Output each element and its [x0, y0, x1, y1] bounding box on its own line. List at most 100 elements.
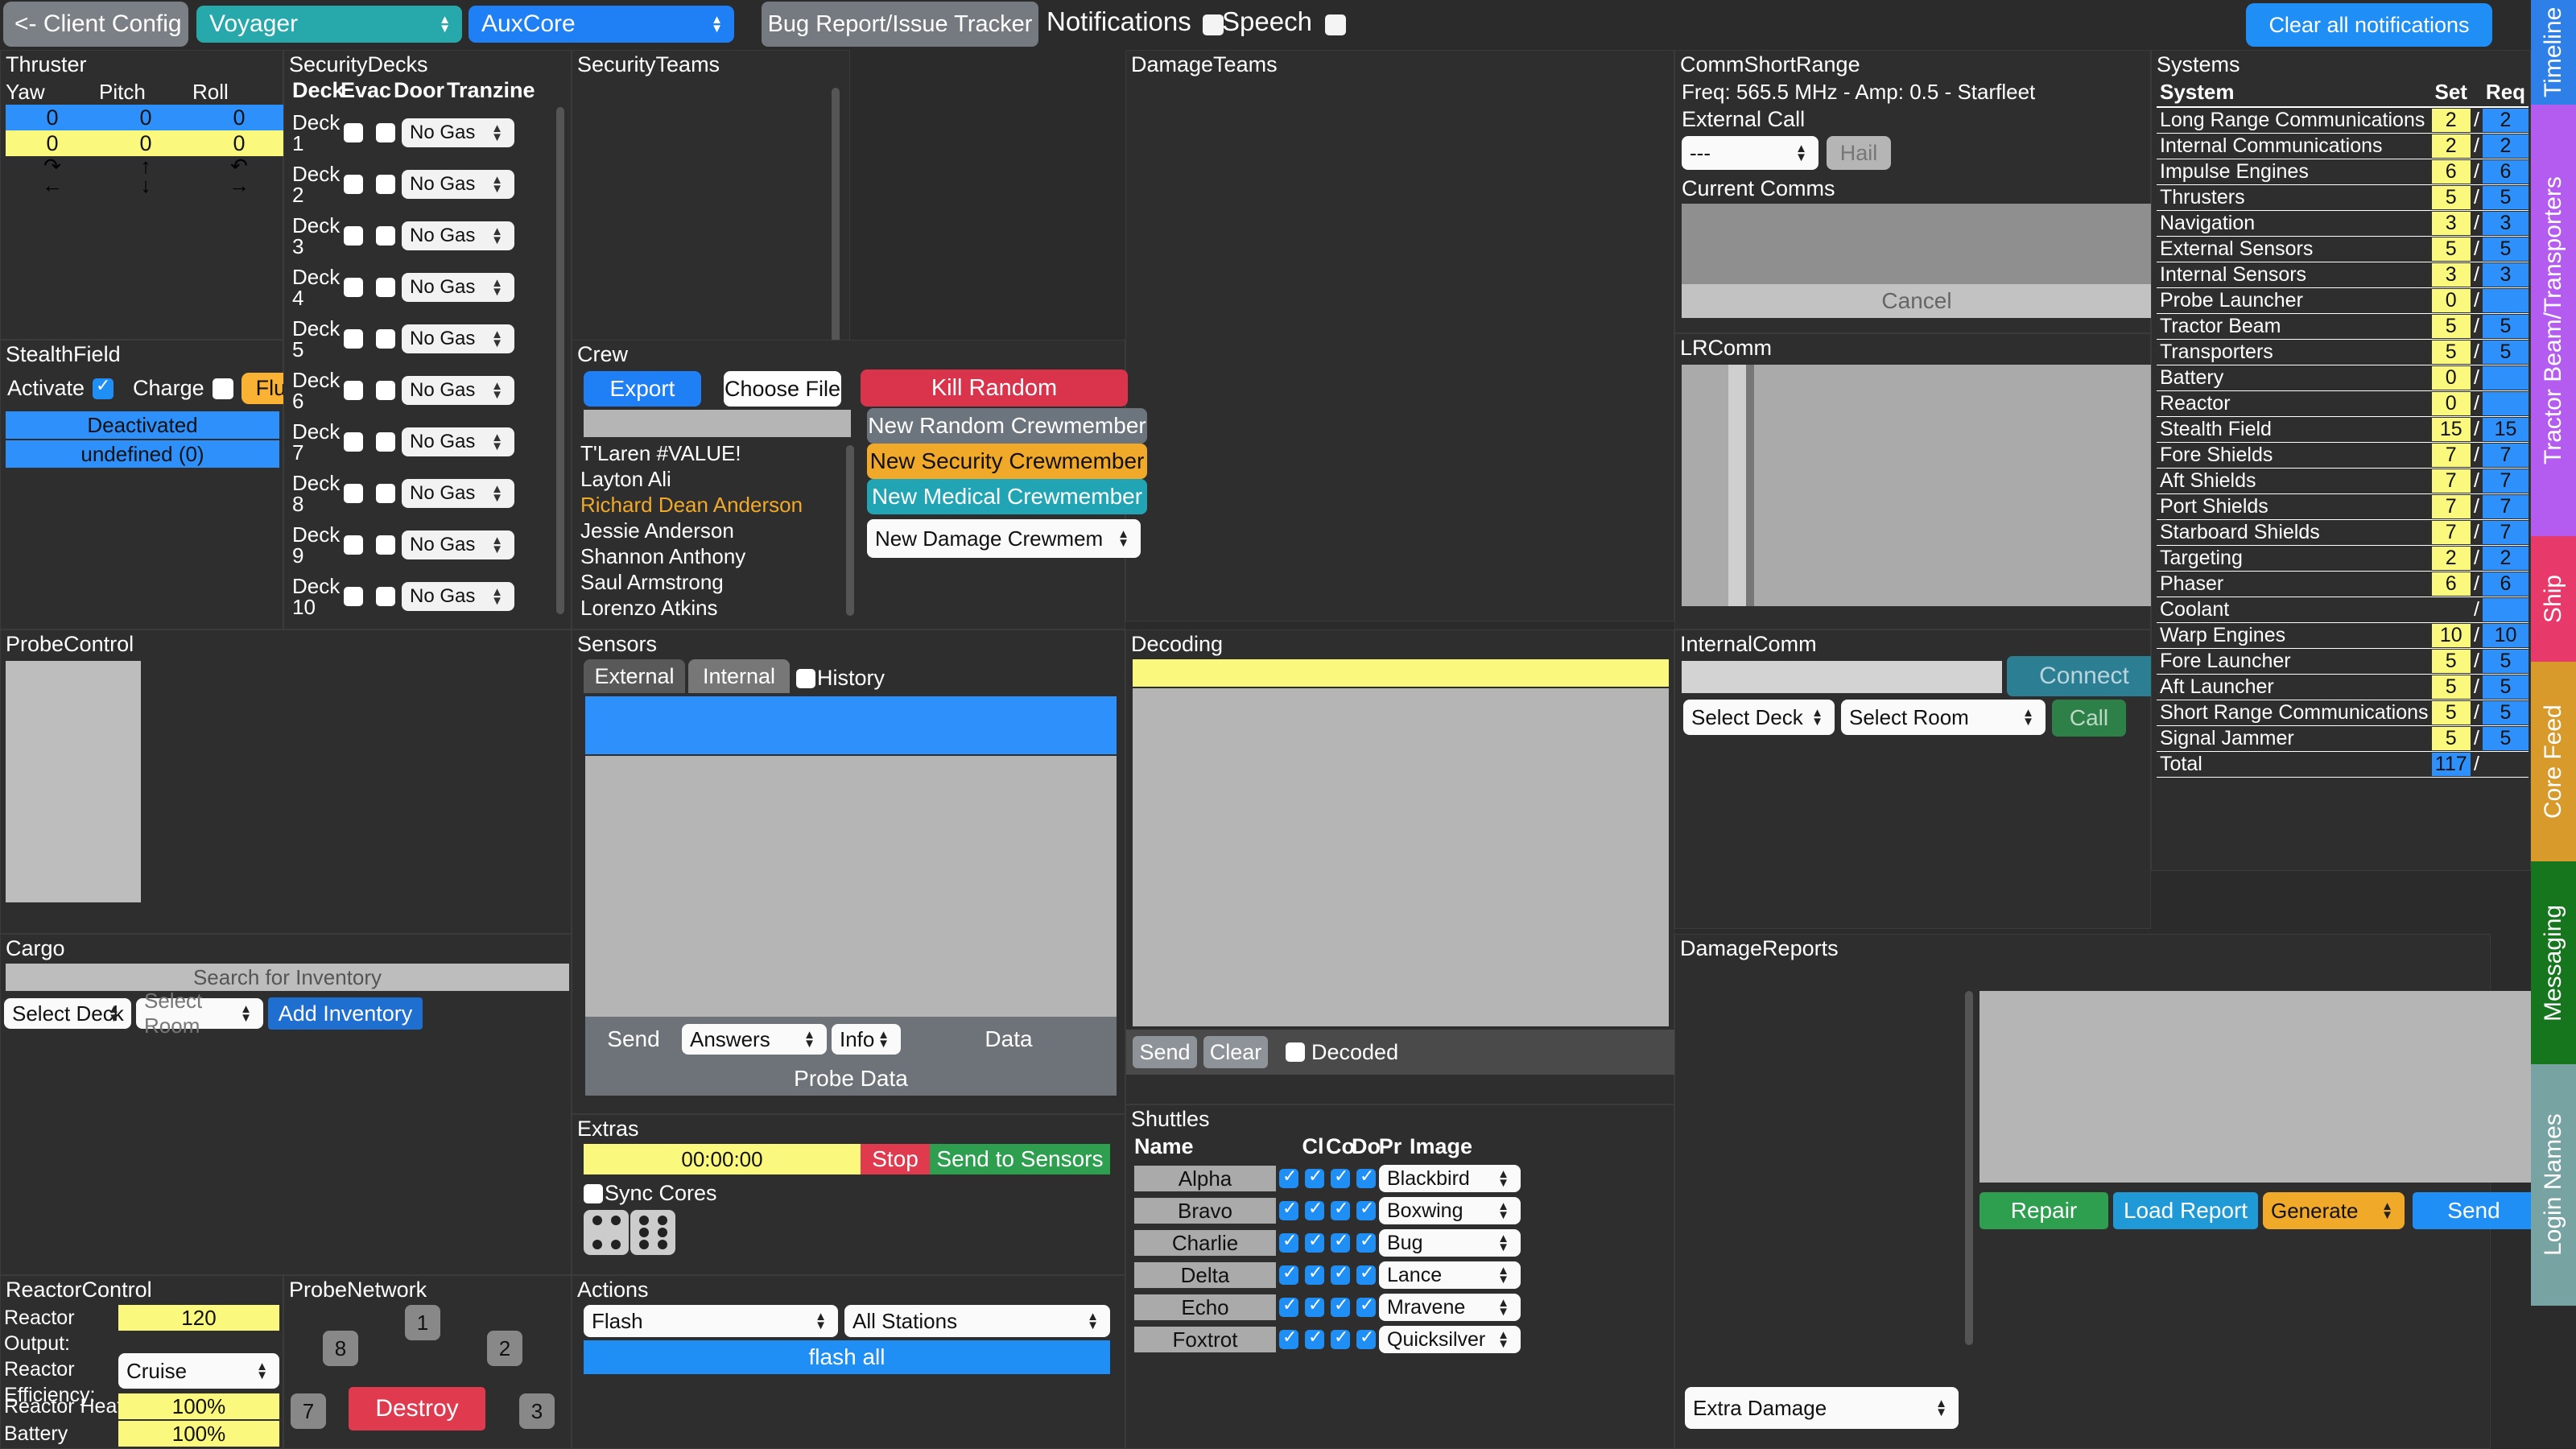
hail-button[interactable]: Hail [1827, 136, 1891, 170]
probe-node-2[interactable]: 2 [487, 1331, 522, 1366]
sensors-probe-data-button[interactable]: Probe Data [585, 1062, 1117, 1096]
sync-cores-checkbox[interactable] [584, 1183, 603, 1203]
shuttle-co-checkbox[interactable] [1302, 1230, 1327, 1253]
stealth-charge-checkbox[interactable] [212, 378, 233, 399]
security-deck-gas-select[interactable]: No Gas ▲ ▼ [402, 479, 514, 508]
security-deck-gas-select[interactable]: No Gas ▲ ▼ [402, 118, 514, 147]
shuttle-image-select[interactable]: Mravene ▲ ▼ [1379, 1294, 1521, 1321]
crew-search-input[interactable] [584, 410, 851, 437]
security-deck-door-checkbox[interactable] [369, 278, 402, 297]
bug-report-button[interactable]: Bug Report/Issue Tracker [762, 2, 1038, 47]
internal-comm-select-room[interactable]: Select Room ▲ ▼ [1841, 700, 2046, 735]
ship-select[interactable]: Voyager ▲ ▼ [196, 6, 462, 43]
cargo-select-deck[interactable]: Select Deck ▲ ▼ [4, 998, 131, 1029]
shuttle-do-checkbox[interactable] [1327, 1230, 1353, 1253]
shuttle-pr-checkbox[interactable] [1353, 1327, 1379, 1349]
shuttle-co-checkbox[interactable] [1302, 1166, 1327, 1188]
security-deck-door-checkbox[interactable] [369, 123, 402, 142]
die-right[interactable] [630, 1210, 675, 1255]
new-damage-crewmember-select[interactable]: New Damage Crewmem ▲ ▼ [867, 519, 1141, 558]
probe-destroy-button[interactable]: Destroy [349, 1387, 485, 1430]
shuttle-pr-checkbox[interactable] [1353, 1294, 1379, 1317]
decoding-clear-button[interactable]: Clear [1203, 1036, 1268, 1068]
security-deck-evac-checkbox[interactable] [337, 278, 369, 297]
shuttle-image-select[interactable]: Blackbird ▲ ▼ [1379, 1165, 1521, 1192]
shuttle-do-checkbox[interactable] [1327, 1294, 1353, 1317]
security-deck-gas-select[interactable]: No Gas ▲ ▼ [402, 582, 514, 611]
damage-reports-text-area[interactable] [1979, 991, 2535, 1183]
shuttle-name-input[interactable]: Alpha [1134, 1166, 1276, 1191]
systems-row-set[interactable]: 7 [2431, 493, 2471, 520]
tab-sensors-internal[interactable]: Internal [688, 659, 790, 693]
sensors-info-select[interactable]: Info ▲ ▼ [832, 1024, 901, 1055]
internal-comm-call-button[interactable]: Call [2052, 700, 2126, 737]
systems-row-set[interactable]: 2 [2431, 107, 2471, 134]
extra-damage-select[interactable]: Extra Damage ▲ ▼ [1685, 1387, 1959, 1429]
reactor-efficiency-select[interactable]: Cruise ▲ ▼ [118, 1353, 279, 1389]
security-deck-gas-select[interactable]: No Gas ▲ ▼ [402, 427, 514, 456]
systems-row-set[interactable]: 0 [2431, 287, 2471, 314]
shuttle-pr-checkbox[interactable] [1353, 1262, 1379, 1285]
tab-login-names[interactable]: Login Names [2531, 1064, 2576, 1306]
tab-core-feed[interactable]: Core Feed [2531, 662, 2576, 861]
systems-row-set[interactable]: 0 [2431, 365, 2471, 391]
systems-row-set[interactable]: 2 [2431, 545, 2471, 572]
security-deck-evac-checkbox[interactable] [337, 381, 369, 400]
security-deck-gas-select[interactable]: No Gas ▲ ▼ [402, 170, 514, 199]
sensors-contact-strip[interactable] [585, 696, 1117, 754]
shuttle-name-input[interactable]: Bravo [1134, 1198, 1276, 1224]
shuttle-image-select[interactable]: Quicksilver ▲ ▼ [1379, 1326, 1521, 1353]
sensors-send-button[interactable]: Send [585, 1026, 682, 1052]
security-deck-evac-checkbox[interactable] [337, 123, 369, 142]
thruster-yaw-input[interactable]: 0 [6, 130, 99, 156]
new-security-crewmember-button[interactable]: New Security Crewmember [867, 444, 1147, 479]
decoding-input[interactable] [1133, 659, 1669, 687]
systems-row-set[interactable]: 5 [2431, 674, 2471, 700]
security-deck-evac-checkbox[interactable] [337, 226, 369, 246]
shuttle-pr-checkbox[interactable] [1353, 1166, 1379, 1188]
shuttle-name-input[interactable]: Echo [1134, 1294, 1276, 1320]
security-deck-gas-select[interactable]: No Gas ▲ ▼ [402, 273, 514, 302]
crew-list-item[interactable]: Richard Dean Anderson [577, 492, 844, 518]
security-deck-evac-checkbox[interactable] [337, 535, 369, 555]
damage-reports-scrollbar[interactable] [1965, 991, 1973, 1345]
extras-stop-button[interactable]: Stop [861, 1144, 930, 1174]
security-deck-gas-select[interactable]: No Gas ▲ ▼ [402, 324, 514, 353]
security-deck-gas-select[interactable]: No Gas ▲ ▼ [402, 376, 514, 405]
probe-node-7[interactable]: 7 [291, 1393, 326, 1429]
actions-target-select[interactable]: All Stations ▲ ▼ [844, 1305, 1110, 1337]
kill-random-button[interactable]: Kill Random [861, 369, 1128, 407]
new-medical-crewmember-button[interactable]: New Medical Crewmember [867, 479, 1147, 514]
security-deck-door-checkbox[interactable] [369, 535, 402, 555]
shuttle-do-checkbox[interactable] [1327, 1166, 1353, 1188]
security-deck-evac-checkbox[interactable] [337, 329, 369, 349]
shuttle-cl-checkbox[interactable] [1276, 1230, 1302, 1253]
decoding-send-button[interactable]: Send [1133, 1036, 1197, 1068]
thruster-roll-input[interactable]: 0 [192, 130, 286, 156]
security-deck-door-checkbox[interactable] [369, 175, 402, 194]
shuttle-cl-checkbox[interactable] [1276, 1327, 1302, 1349]
shuttle-do-checkbox[interactable] [1327, 1198, 1353, 1220]
systems-row-set[interactable]: 5 [2431, 339, 2471, 365]
tab-timeline[interactable]: Timeline [2531, 0, 2576, 105]
tab-messaging[interactable]: Messaging [2531, 861, 2576, 1064]
systems-row-set[interactable]: 5 [2431, 700, 2471, 726]
security-deck-evac-checkbox[interactable] [337, 587, 369, 606]
security-deck-door-checkbox[interactable] [369, 587, 402, 606]
shuttle-do-checkbox[interactable] [1327, 1327, 1353, 1349]
shuttle-name-input[interactable]: Foxtrot [1134, 1327, 1276, 1352]
systems-row-set[interactable]: 6 [2431, 159, 2471, 185]
cargo-select-room[interactable]: Select Room ▲ ▼ [136, 989, 263, 1038]
systems-row-set[interactable]: 3 [2431, 262, 2471, 288]
crew-list-item[interactable]: T'Laren #VALUE! [577, 440, 844, 466]
external-call-select[interactable]: --- ▲ ▼ [1682, 136, 1818, 170]
shuttle-pr-checkbox[interactable] [1353, 1230, 1379, 1253]
add-inventory-button[interactable]: Add Inventory [268, 997, 423, 1030]
systems-row-set[interactable]: 7 [2431, 442, 2471, 469]
sensors-history-checkbox[interactable] [796, 668, 815, 688]
systems-row-set[interactable]: 2 [2431, 133, 2471, 159]
systems-row-set[interactable]: 7 [2431, 468, 2471, 494]
systems-row-set[interactable]: 6 [2431, 571, 2471, 597]
systems-row-set[interactable]: 0 [2431, 390, 2471, 417]
security-deck-door-checkbox[interactable] [369, 329, 402, 349]
